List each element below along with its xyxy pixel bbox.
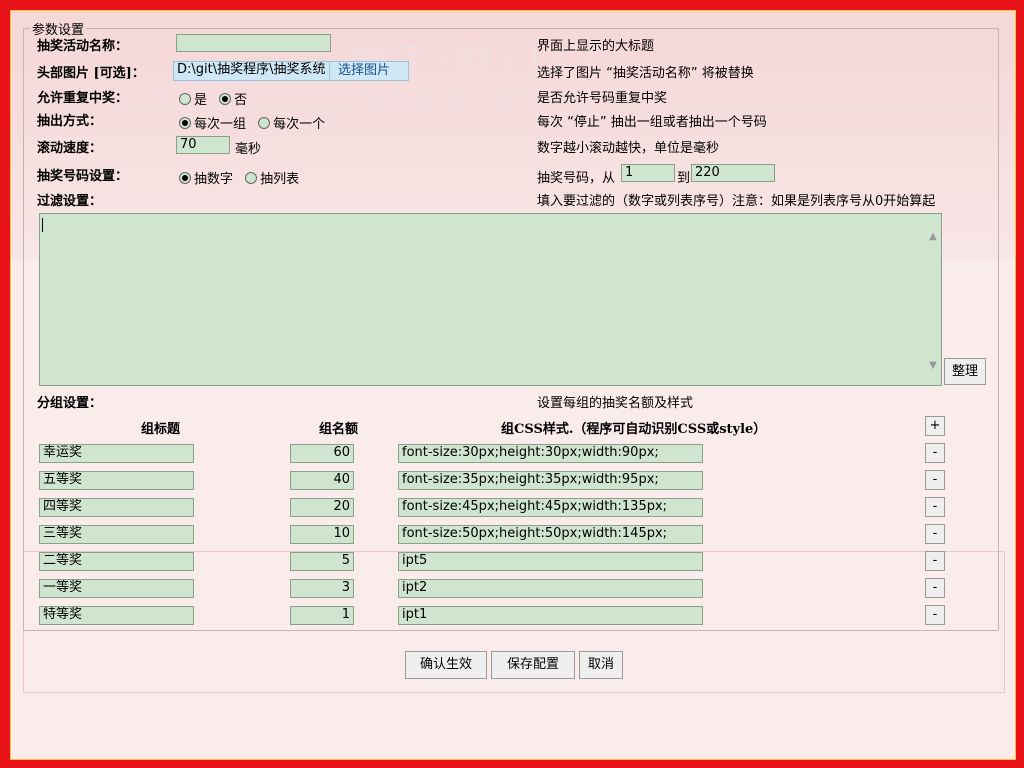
group-title-input[interactable]: 特等奖 <box>39 606 194 625</box>
group-title-input[interactable]: 一等奖 <box>39 579 194 598</box>
number-range-prefix: 抽奖号码，从 <box>537 171 616 186</box>
cancel-button[interactable]: 取消 <box>579 651 623 679</box>
header-image-path[interactable]: D:\git\抽奖程序\抽奖系统 <box>173 61 331 81</box>
radio-selected-icon <box>179 171 191 184</box>
draw-mode-hint: 每次 “停止” 抽出一组或者抽出一个号码 <box>537 115 767 130</box>
scroll-down-icon[interactable]: ▼ <box>927 359 939 371</box>
allow-repeat-no[interactable]: 否 <box>219 89 247 108</box>
number-range-to-label: 到 <box>677 171 691 186</box>
scroll-up-icon[interactable]: ▲ <box>927 230 939 242</box>
group-css-input[interactable]: font-size:30px;height:30px;width:90px; <box>398 444 703 463</box>
radio-icon <box>179 92 191 105</box>
group-css-input[interactable]: ipt5 <box>398 552 703 571</box>
group-quota-input[interactable]: 10 <box>290 525 354 544</box>
group-quota-input[interactable]: 60 <box>290 444 354 463</box>
group-css-input[interactable]: ipt1 <box>398 606 703 625</box>
remove-group-button[interactable]: - <box>925 578 945 598</box>
filter-textarea[interactable]: ▲ ▼ <box>39 213 942 386</box>
number-mode-list-option[interactable]: 抽列表 <box>245 168 299 187</box>
remove-group-button[interactable]: - <box>925 443 945 463</box>
add-group-button[interactable]: + <box>925 416 945 436</box>
tidy-button[interactable]: 整理 <box>944 358 986 385</box>
group-css-input[interactable]: ipt2 <box>398 579 703 598</box>
header-image-label: 头部图片 [可选]： <box>37 66 145 81</box>
header-image-hint: 选择了图片 “抽奖活动名称” 将被替换 <box>537 66 754 81</box>
remove-group-button[interactable]: - <box>925 524 945 544</box>
group-quota-input[interactable]: 20 <box>290 498 354 517</box>
group-quota-input[interactable]: 3 <box>290 579 354 598</box>
draw-mode-group-option[interactable]: 每次一组 <box>179 113 246 132</box>
group-css-input[interactable]: font-size:35px;height:35px;width:95px; <box>398 471 703 490</box>
activity-name-input[interactable] <box>176 34 331 52</box>
radio-icon <box>245 171 258 184</box>
draw-mode-group: 每次一组 每次一个 <box>179 113 333 133</box>
remove-group-button[interactable]: - <box>925 470 945 490</box>
number-mode-digits-option[interactable]: 抽数字 <box>179 168 233 187</box>
group-quota-input[interactable]: 5 <box>290 552 354 571</box>
group-quota-input[interactable]: 40 <box>290 471 354 490</box>
allow-repeat-yes[interactable]: 是 <box>179 89 207 108</box>
allow-repeat-group: 是 否 <box>179 89 255 109</box>
column-title-header: 组标题 <box>141 422 181 437</box>
group-title-input[interactable]: 四等奖 <box>39 498 194 517</box>
radio-selected-icon <box>179 116 191 129</box>
column-css-header: 组CSS样式.（程序可自动识别CSS或style） <box>501 422 767 437</box>
text-cursor <box>42 218 43 232</box>
scroll-speed-unit: 毫秒 <box>235 142 262 157</box>
confirm-button[interactable]: 确认生效 <box>405 651 487 679</box>
select-image-button[interactable]: 选择图片 <box>329 61 409 81</box>
groups-hint: 设置每组的抽奖名额及样式 <box>537 396 694 411</box>
groups-label: 分组设置： <box>37 396 103 411</box>
app-frame: 携手·财门77 暨友通商户第SOK大赛 参数设置 抽奖活动名称： 界面上显示的大… <box>10 10 1016 760</box>
number-range-to-input[interactable]: 220 <box>691 164 775 182</box>
column-quota-header: 组名额 <box>319 422 359 437</box>
activity-name-label: 抽奖活动名称： <box>37 39 129 54</box>
activity-name-hint: 界面上显示的大标题 <box>537 39 655 54</box>
remove-group-button[interactable]: - <box>925 551 945 571</box>
draw-mode-label: 抽出方式： <box>37 114 103 129</box>
group-title-input[interactable]: 二等奖 <box>39 552 194 571</box>
group-css-input[interactable]: font-size:50px;height:50px;width:145px; <box>398 525 703 544</box>
save-config-button[interactable]: 保存配置 <box>491 651 575 679</box>
group-quota-input[interactable]: 1 <box>290 606 354 625</box>
filter-label: 过滤设置： <box>37 194 103 209</box>
scroll-speed-label: 滚动速度： <box>37 141 103 156</box>
group-title-input[interactable]: 三等奖 <box>39 525 194 544</box>
group-css-input[interactable]: font-size:45px;height:45px;width:135px; <box>398 498 703 517</box>
draw-mode-single-option[interactable]: 每次一个 <box>258 113 325 132</box>
scroll-speed-input[interactable]: 70 <box>176 136 230 154</box>
remove-group-button[interactable]: - <box>925 605 945 625</box>
number-setting-group: 抽数字 抽列表 <box>179 168 307 188</box>
number-range-from-input[interactable]: 1 <box>621 164 675 182</box>
allow-repeat-label: 允许重复中奖： <box>37 91 129 106</box>
allow-repeat-hint: 是否允许号码重复中奖 <box>537 91 668 106</box>
remove-group-button[interactable]: - <box>925 497 945 517</box>
group-title-input[interactable]: 五等奖 <box>39 471 194 490</box>
group-title-input[interactable]: 幸运奖 <box>39 444 194 463</box>
filter-hint: 填入要过滤的（数字或列表序号）注意：如果是列表序号从0开始算起 <box>537 194 936 209</box>
scroll-speed-hint: 数字越小滚动越快，单位是毫秒 <box>537 141 720 156</box>
radio-selected-icon <box>219 92 232 105</box>
number-setting-label: 抽奖号码设置： <box>37 169 129 184</box>
radio-icon <box>258 116 271 129</box>
